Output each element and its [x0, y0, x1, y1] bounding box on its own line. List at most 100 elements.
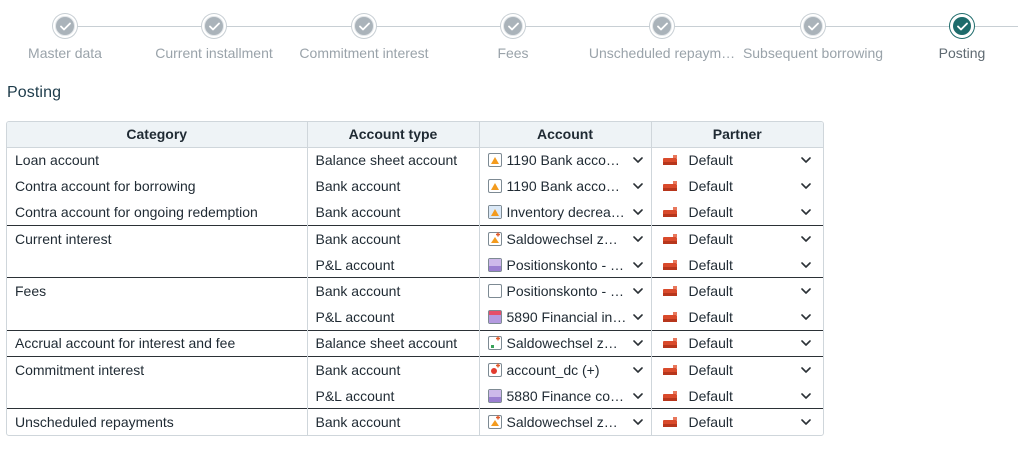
- account-value: Saldowechsel zw…: [506, 414, 628, 431]
- column-header-category[interactable]: Category: [7, 122, 308, 148]
- chevron-down-icon[interactable]: [632, 207, 643, 217]
- chevron-down-icon[interactable]: [632, 260, 643, 270]
- step-fees[interactable]: Fees: [438, 14, 588, 64]
- partner-select[interactable]: Default: [651, 355, 823, 383]
- cell-category: Accrual account for interest and fee: [7, 329, 308, 357]
- account-value: Saldowechsel zw…: [506, 335, 628, 352]
- column-header-partner[interactable]: Partner: [651, 122, 823, 148]
- partner-icon: [662, 337, 684, 349]
- table-row: Contra account for ongoing redemption Ban…: [7, 199, 823, 226]
- chevron-down-icon[interactable]: [801, 234, 811, 244]
- cell-account-type: P&L account: [307, 251, 480, 278]
- cell-account-type: Bank account: [307, 408, 480, 436]
- table-row: Contra account for borrowing Bank account…: [7, 173, 823, 200]
- account-select[interactable]: Positionskonto - …: [479, 277, 652, 305]
- partner-select[interactable]: Default: [651, 329, 823, 357]
- chevron-down-icon[interactable]: [632, 286, 643, 296]
- partner-select[interactable]: Default: [651, 383, 823, 409]
- account-select[interactable]: 1190 Bank accou…: [479, 147, 652, 174]
- chevron-down-icon[interactable]: [632, 181, 643, 191]
- column-header-account-type[interactable]: Account type: [307, 122, 480, 148]
- chevron-down-icon[interactable]: [632, 312, 643, 322]
- chevron-down-icon[interactable]: [632, 338, 643, 348]
- cell-account-type: P&L account: [307, 382, 480, 409]
- cell-account-type: Bank account: [307, 277, 480, 305]
- chevron-down-icon[interactable]: [632, 365, 643, 375]
- chevron-down-icon[interactable]: [632, 417, 643, 427]
- cell-category: Contra account for ongoing redemption: [7, 199, 308, 226]
- account-select[interactable]: Positionskonto - …: [479, 251, 652, 278]
- partner-select[interactable]: Default: [651, 225, 823, 252]
- partner-icon: [662, 311, 684, 323]
- account-icon: [487, 362, 502, 377]
- step-current-installment[interactable]: Current installment: [139, 14, 289, 64]
- account-value: account_dc (+): [506, 361, 600, 378]
- chevron-down-icon[interactable]: [801, 181, 811, 191]
- posting-table: Category Account type Account Partner Lo…: [6, 121, 824, 437]
- account-select[interactable]: Inventory decrea…: [479, 199, 652, 226]
- partner-select[interactable]: Default: [651, 304, 823, 330]
- account-icon: [487, 205, 502, 220]
- account-select[interactable]: 5890 Financial in…: [479, 304, 652, 331]
- account-icon: [487, 231, 502, 246]
- partner-select[interactable]: Default: [651, 199, 823, 225]
- chevron-down-icon[interactable]: [801, 391, 811, 401]
- chevron-down-icon[interactable]: [801, 338, 811, 348]
- account-select[interactable]: 5880 Finance co…: [479, 382, 652, 409]
- chevron-down-icon[interactable]: [632, 155, 643, 165]
- partner-value: Default: [688, 387, 733, 404]
- cell-category: Fees: [7, 277, 308, 305]
- chevron-down-icon[interactable]: [801, 207, 811, 217]
- account-value: Saldowechsel zw…: [506, 230, 628, 247]
- partner-value: Default: [688, 308, 733, 325]
- partner-icon: [662, 154, 684, 166]
- account-icon: [487, 336, 502, 351]
- wizard-stepper: Master data Current installment Commitment…: [0, 0, 1018, 70]
- partner-icon: [662, 233, 684, 245]
- chevron-down-icon[interactable]: [801, 417, 811, 427]
- step-posting[interactable]: Posting: [887, 14, 1018, 64]
- step-commitment-interest[interactable]: Commitment interest: [289, 14, 439, 64]
- account-value: Inventory decrea…: [506, 204, 625, 221]
- partner-select[interactable]: Default: [651, 173, 823, 199]
- table-header-row: Category Account type Account Partner: [7, 122, 823, 148]
- chevron-down-icon[interactable]: [801, 155, 811, 165]
- chevron-down-icon[interactable]: [632, 391, 643, 401]
- partner-select[interactable]: Default: [651, 277, 823, 305]
- account-select[interactable]: 1190 Bank accou…: [479, 173, 652, 200]
- chevron-down-icon[interactable]: [801, 260, 811, 270]
- step-check-icon: [501, 14, 525, 38]
- cell-category: [7, 304, 308, 331]
- cell-category: [7, 251, 308, 278]
- step-subsequent-borrowing[interactable]: Subsequent borrowing: [738, 14, 888, 64]
- partner-select[interactable]: Default: [651, 147, 823, 173]
- partner-icon: [662, 390, 684, 402]
- cell-account-type: Balance sheet account: [307, 329, 480, 357]
- account-select[interactable]: Saldowechsel zw…: [479, 329, 652, 357]
- chevron-down-icon[interactable]: [632, 234, 643, 244]
- partner-value: Default: [688, 178, 733, 195]
- step-check-icon: [53, 14, 77, 38]
- table-row: P&L account 5880 Finance co… Default: [7, 382, 823, 409]
- partner-select[interactable]: Default: [651, 408, 823, 436]
- chevron-down-icon[interactable]: [801, 365, 811, 375]
- partner-value: Default: [688, 256, 733, 273]
- account-select[interactable]: account_dc (+): [479, 355, 652, 383]
- step-label: Fees: [497, 45, 529, 61]
- account-value: Positionskonto - …: [506, 283, 625, 300]
- step-unscheduled-repaym[interactable]: Unscheduled repaym…: [587, 14, 737, 64]
- partner-icon: [662, 416, 684, 428]
- account-icon: [487, 415, 502, 430]
- step-check-icon: [950, 14, 974, 38]
- chevron-down-icon[interactable]: [801, 312, 811, 322]
- account-select[interactable]: Saldowechsel zw…: [479, 408, 652, 436]
- column-header-account[interactable]: Account: [479, 122, 652, 148]
- chevron-down-icon[interactable]: [801, 286, 811, 296]
- step-check-icon: [352, 14, 376, 38]
- cell-category: Unscheduled repayments: [7, 408, 308, 436]
- cell-account-type: Bank account: [307, 199, 480, 226]
- partner-value: Default: [688, 204, 733, 221]
- partner-select[interactable]: Default: [651, 252, 823, 278]
- step-master-data[interactable]: Master data: [0, 14, 140, 64]
- account-select[interactable]: Saldowechsel zw…: [479, 225, 652, 252]
